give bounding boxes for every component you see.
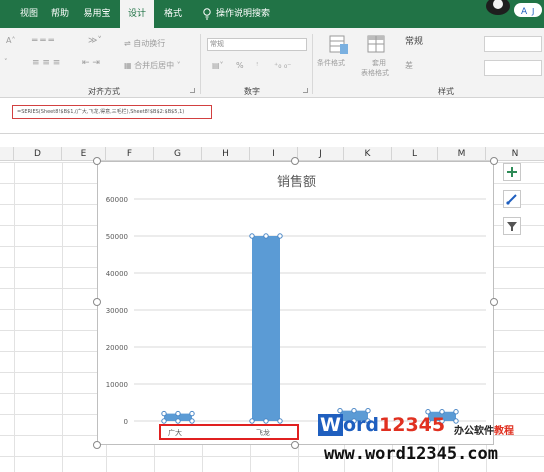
- brush-icon: [506, 194, 517, 205]
- number-format-dropdown[interactable]: 常规: [207, 38, 307, 51]
- chart-plot[interactable]: 0100002000030000400005000060000广大 飞龙: [98, 162, 495, 446]
- resize-handle[interactable]: [93, 298, 101, 306]
- column-header[interactable]: L: [392, 147, 438, 161]
- merge-center-button[interactable]: ▦ 合并后居中 ˅: [124, 60, 181, 71]
- column-header[interactable]: F: [106, 147, 154, 161]
- style-normal[interactable]: 常规: [400, 34, 478, 50]
- resize-handle[interactable]: [93, 441, 101, 449]
- number-launcher-icon[interactable]: [303, 88, 308, 93]
- bar-chart[interactable]: 销售额 0 10000 20000 30000 40000 50000 60000 广大 飞龙: [97, 161, 494, 445]
- currency-icon[interactable]: ▤˅: [212, 61, 224, 70]
- resize-handle[interactable]: [291, 441, 299, 449]
- column-header[interactable]: D: [14, 147, 62, 161]
- bar-selection-handle: [161, 418, 167, 424]
- plus-icon: [507, 167, 517, 177]
- resize-handle[interactable]: [291, 157, 299, 165]
- resize-handle[interactable]: [490, 157, 498, 165]
- bar[interactable]: [252, 236, 280, 421]
- watermark-url: www.word12345.com: [324, 444, 498, 464]
- watermark-tagline: 办公软件教程: [454, 426, 514, 437]
- formula-bar: =SERIES(Sheet8!$B$1,(广大,飞龙,得意,三毛栏),Sheet…: [0, 98, 544, 134]
- watermark-logo: Word12345: [318, 414, 446, 436]
- bar-selection-handle: [189, 418, 195, 424]
- chart-filters-button[interactable]: [503, 217, 521, 235]
- conditional-format-icon[interactable]: [328, 34, 350, 56]
- y-tick-label: 40000: [106, 270, 128, 278]
- font-size-icon[interactable]: A˄: [6, 36, 15, 45]
- bar-selection-handle: [263, 233, 269, 239]
- style-box-top[interactable]: [484, 36, 542, 52]
- category-axis-highlight: [159, 424, 299, 440]
- indent-icon[interactable]: ⇤ ⇥: [82, 58, 100, 68]
- format-table-label-1[interactable]: 套用: [372, 58, 386, 68]
- filter-icon: [507, 222, 517, 231]
- tab-help[interactable]: 帮助: [44, 0, 76, 28]
- column-header[interactable]: K: [344, 147, 392, 161]
- grid-line: [62, 162, 63, 472]
- wrap-text-label: 自动换行: [133, 39, 166, 48]
- watermark: Word12345 办公软件教程 www.word12345.com: [318, 412, 544, 472]
- orientation-icon[interactable]: ≫˅: [88, 36, 102, 46]
- column-header[interactable]: J: [298, 147, 344, 161]
- bar-selection-handle: [189, 410, 195, 417]
- svg-text:A: A: [521, 7, 528, 17]
- account-avatar-icon[interactable]: A J: [484, 0, 544, 20]
- column-header[interactable]: H: [202, 147, 250, 161]
- bar-selection-handle: [263, 418, 269, 424]
- y-tick-label: 0: [124, 418, 128, 426]
- tab-view[interactable]: 视图: [14, 0, 44, 28]
- style-box-bottom[interactable]: [484, 60, 542, 76]
- grid-line: [14, 162, 15, 472]
- tab-format[interactable]: 格式: [156, 0, 190, 28]
- lightbulb-icon: [203, 8, 211, 20]
- style-bad[interactable]: 差: [400, 58, 478, 74]
- chart-styles-button[interactable]: [503, 190, 521, 208]
- wrap-text-button[interactable]: ⇌ 自动换行: [124, 38, 165, 49]
- resize-handle[interactable]: [93, 157, 101, 165]
- svg-text:J: J: [531, 7, 534, 16]
- bar-selection-handle: [277, 418, 283, 424]
- decimal-icon[interactable]: ⁺₀ ₀⁻: [274, 61, 291, 70]
- chart-elements-button[interactable]: [503, 163, 521, 181]
- align-top-icon[interactable]: ═ ═ ═: [32, 36, 54, 46]
- group-separator: [200, 34, 201, 94]
- merge-center-label: 合并后居中: [134, 61, 175, 70]
- format-table-icon[interactable]: [366, 34, 388, 56]
- tell-me-search[interactable]: 操作说明搜索: [216, 0, 306, 28]
- bar-selection-handle: [175, 418, 181, 424]
- format-table-label-2[interactable]: 表格格式: [361, 68, 389, 78]
- corner-cell[interactable]: [0, 147, 14, 161]
- tab-easy[interactable]: 易用宝: [78, 0, 116, 28]
- column-header[interactable]: M: [438, 147, 486, 161]
- bar-selection-handle: [249, 418, 255, 424]
- y-tick-label: 10000: [106, 381, 128, 389]
- ribbon-tab-bar: 视图 帮助 易用宝 设计 格式 操作说明搜索 A J: [0, 0, 544, 28]
- alignment-launcher-icon[interactable]: [190, 88, 195, 93]
- align-left-icon[interactable]: ≡ ≡ ≡: [32, 58, 60, 68]
- y-tick-label: 60000: [106, 196, 128, 204]
- group-label-number: 数字: [244, 87, 260, 96]
- resize-handle[interactable]: [490, 298, 498, 306]
- ribbon-body: A˄ ˅ ═ ═ ═ ≫˅ ⇌ 自动换行 ≡ ≡ ≡ ⇤ ⇥ ▦ 合并后居中 ˅…: [0, 28, 544, 98]
- column-headers: D E F G H I J K L M N: [0, 147, 544, 161]
- tab-design[interactable]: 设计: [120, 0, 154, 28]
- bar-selection-handle: [249, 233, 255, 239]
- group-label-alignment: 对齐方式: [88, 87, 120, 96]
- formula-input[interactable]: =SERIES(Sheet8!$B$1,(广大,飞龙,得意,三毛栏),Sheet…: [12, 105, 212, 119]
- bar-selection-handle: [175, 410, 181, 417]
- group-separator: [312, 34, 313, 94]
- y-tick-label: 20000: [106, 344, 128, 352]
- excel-window: 视图 帮助 易用宝 设计 格式 操作说明搜索 A J A˄ ˅ ═ ═ ═ ≫˅…: [0, 0, 544, 472]
- comma-icon[interactable]: ꜝ: [256, 61, 258, 70]
- percent-button[interactable]: %: [236, 61, 244, 70]
- font-dropdown-icon[interactable]: ˅: [4, 58, 8, 66]
- conditional-format-label[interactable]: 条件格式: [317, 58, 345, 68]
- y-tick-label: 30000: [106, 307, 128, 315]
- column-header[interactable]: G: [154, 147, 202, 161]
- bar-selection-handle: [161, 410, 167, 417]
- y-tick-label: 50000: [106, 233, 128, 241]
- group-label-styles: 样式: [438, 87, 454, 96]
- bar-selection-handle: [277, 233, 283, 239]
